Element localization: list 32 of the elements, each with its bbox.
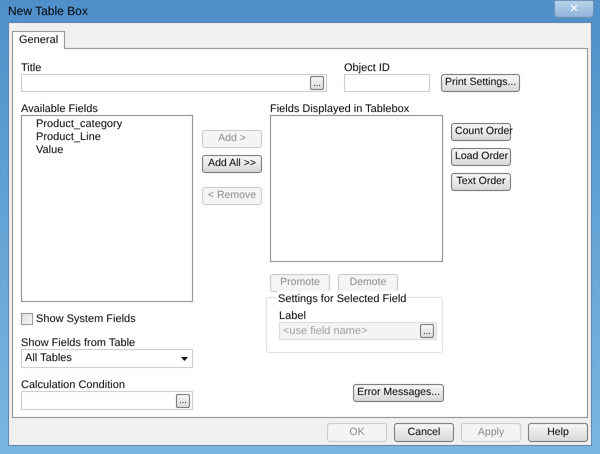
list-label: Available Fields [21,102,99,115]
order-button[interactable]: Load Order [451,148,511,166]
browse-button[interactable]: ... [310,76,324,90]
error-messages-button[interactable]: Error Messages... [353,384,444,402]
cancel-button[interactable]: Cancel [394,423,454,442]
list-item[interactable]: Value [25,144,74,157]
window-title: New Table Box [8,3,88,20]
browse-button[interactable]: ... [176,394,190,408]
object-id-field[interactable] [344,74,430,92]
field-label: Title [21,61,42,74]
transfer-button[interactable]: Add All >> [202,155,262,173]
list-label: Fields Displayed in Tablebox [270,102,410,115]
calculation-condition-field[interactable]: ... [21,391,193,410]
checkbox[interactable] [21,313,33,325]
print-settings-button[interactable]: Print Settings... [441,74,520,92]
displayed-fields-list[interactable] [270,115,443,262]
field-label: Object ID [344,61,391,74]
tab[interactable]: General [12,31,66,49]
field-label: Label [279,309,307,322]
title-field[interactable]: ... [21,74,327,92]
order-button[interactable]: Count Order [451,123,511,141]
available-fields-list[interactable]: Product_category Product_Line Value [21,115,193,302]
dropdown-arrow-icon [181,356,188,360]
table-dropdown[interactable]: All Tables [21,349,193,368]
list-item[interactable]: Product_category [25,118,134,131]
help-button[interactable]: Help [528,423,588,442]
field-label: Show Fields from Table [21,336,136,349]
list-item[interactable]: Product_Line [25,131,112,144]
checkbox-label: Show System Fields [36,312,136,327]
order-button[interactable]: Text Order [451,173,511,191]
group-title: Settings for Selected Field [277,291,408,305]
field-label: Calculation Condition [21,378,126,391]
